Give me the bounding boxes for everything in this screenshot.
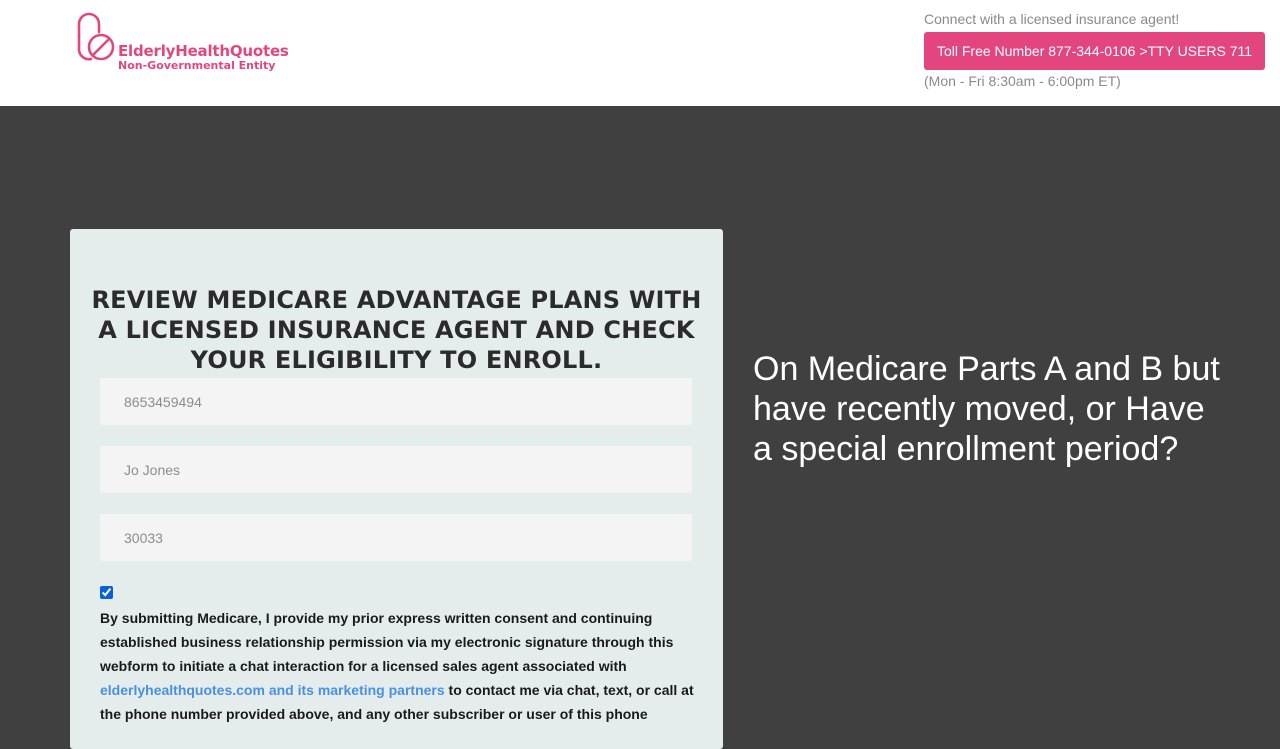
hero-question: On Medicare Parts A and B but have recen… [753, 350, 1220, 468]
logo[interactable]: ElderlyHealthQuotes Non-Governmental Ent… [70, 12, 289, 76]
consent-text: By submitting Medicare, I provide my pri… [100, 606, 700, 726]
phone-number-field[interactable] [100, 378, 692, 425]
logo-name: ElderlyHealthQuotes [118, 42, 289, 60]
pill-logo-icon [77, 12, 115, 61]
lead-form-card: REVIEW MEDICARE ADVANTAGE PLANS WITH A L… [70, 229, 723, 749]
site-header: ElderlyHealthQuotes Non-Governmental Ent… [0, 0, 1280, 106]
marketing-partners-link[interactable]: elderlyhealthquotes.com and its marketin… [100, 682, 445, 698]
consent-checkbox[interactable] [100, 586, 113, 599]
full-name-field[interactable] [100, 446, 692, 493]
toll-free-call-button[interactable]: Toll Free Number 877-344-0106 >TTY USERS… [924, 32, 1265, 70]
business-hours: (Mon - Fri 8:30am - 6:00pm ET) [924, 73, 1121, 89]
consent-text-before: By submitting Medicare, I provide my pri… [100, 610, 674, 674]
contact-prompt: Connect with a licensed insurance agent! [924, 11, 1180, 27]
logo-tagline: Non-Governmental Entity [118, 59, 276, 72]
form-title: REVIEW MEDICARE ADVANTAGE PLANS WITH A L… [91, 286, 702, 374]
zip-code-field[interactable] [100, 514, 692, 561]
